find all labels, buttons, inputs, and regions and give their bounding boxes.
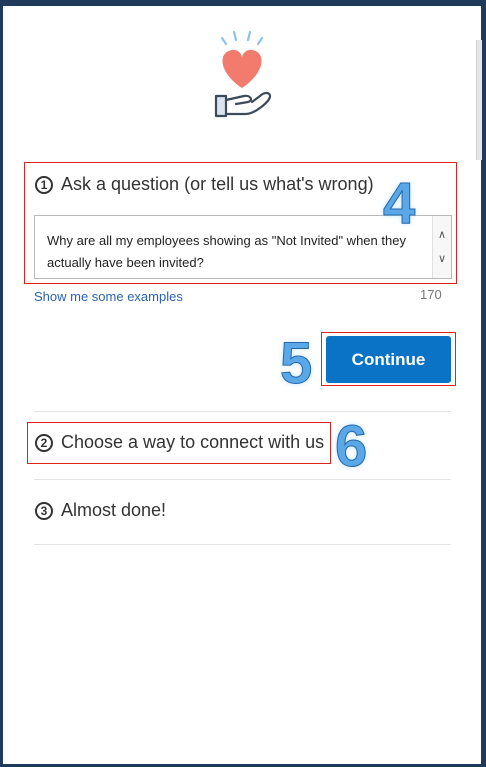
callout-number-4: 4 xyxy=(382,171,416,237)
page-scrollbar[interactable] xyxy=(476,40,482,160)
step2-number-badge: 2 xyxy=(35,433,53,452)
heart-hand-icon xyxy=(214,30,272,118)
step3-header: 3 Almost done! xyxy=(35,500,166,521)
step1-number-badge: 1 xyxy=(35,175,53,194)
callout-number-6: 6 xyxy=(334,414,368,480)
divider xyxy=(34,411,451,412)
divider xyxy=(34,479,451,480)
step3-title: Almost done! xyxy=(61,500,167,520)
step1-header: 1 Ask a question (or tell us what's wron… xyxy=(35,174,374,195)
step3-number-badge: 3 xyxy=(35,501,53,520)
continue-button[interactable]: Continue xyxy=(326,336,451,383)
step2-title: Choose a way to connect with us xyxy=(61,432,325,452)
textarea-scrollbar[interactable]: ∧ ∨ xyxy=(432,216,451,278)
step2-header[interactable]: 2 Choose a way to connect with us xyxy=(35,432,324,453)
divider xyxy=(34,544,451,545)
show-examples-link[interactable]: Show me some examples xyxy=(34,289,183,304)
character-count: 170 xyxy=(420,287,442,302)
scroll-up-icon[interactable]: ∧ xyxy=(433,228,451,241)
step1-title: Ask a question (or tell us what's wrong) xyxy=(61,174,374,194)
question-text[interactable]: Why are all my employees showing as "Not… xyxy=(47,230,417,274)
callout-number-5: 5 xyxy=(279,331,313,397)
scroll-down-icon[interactable]: ∨ xyxy=(433,252,451,265)
